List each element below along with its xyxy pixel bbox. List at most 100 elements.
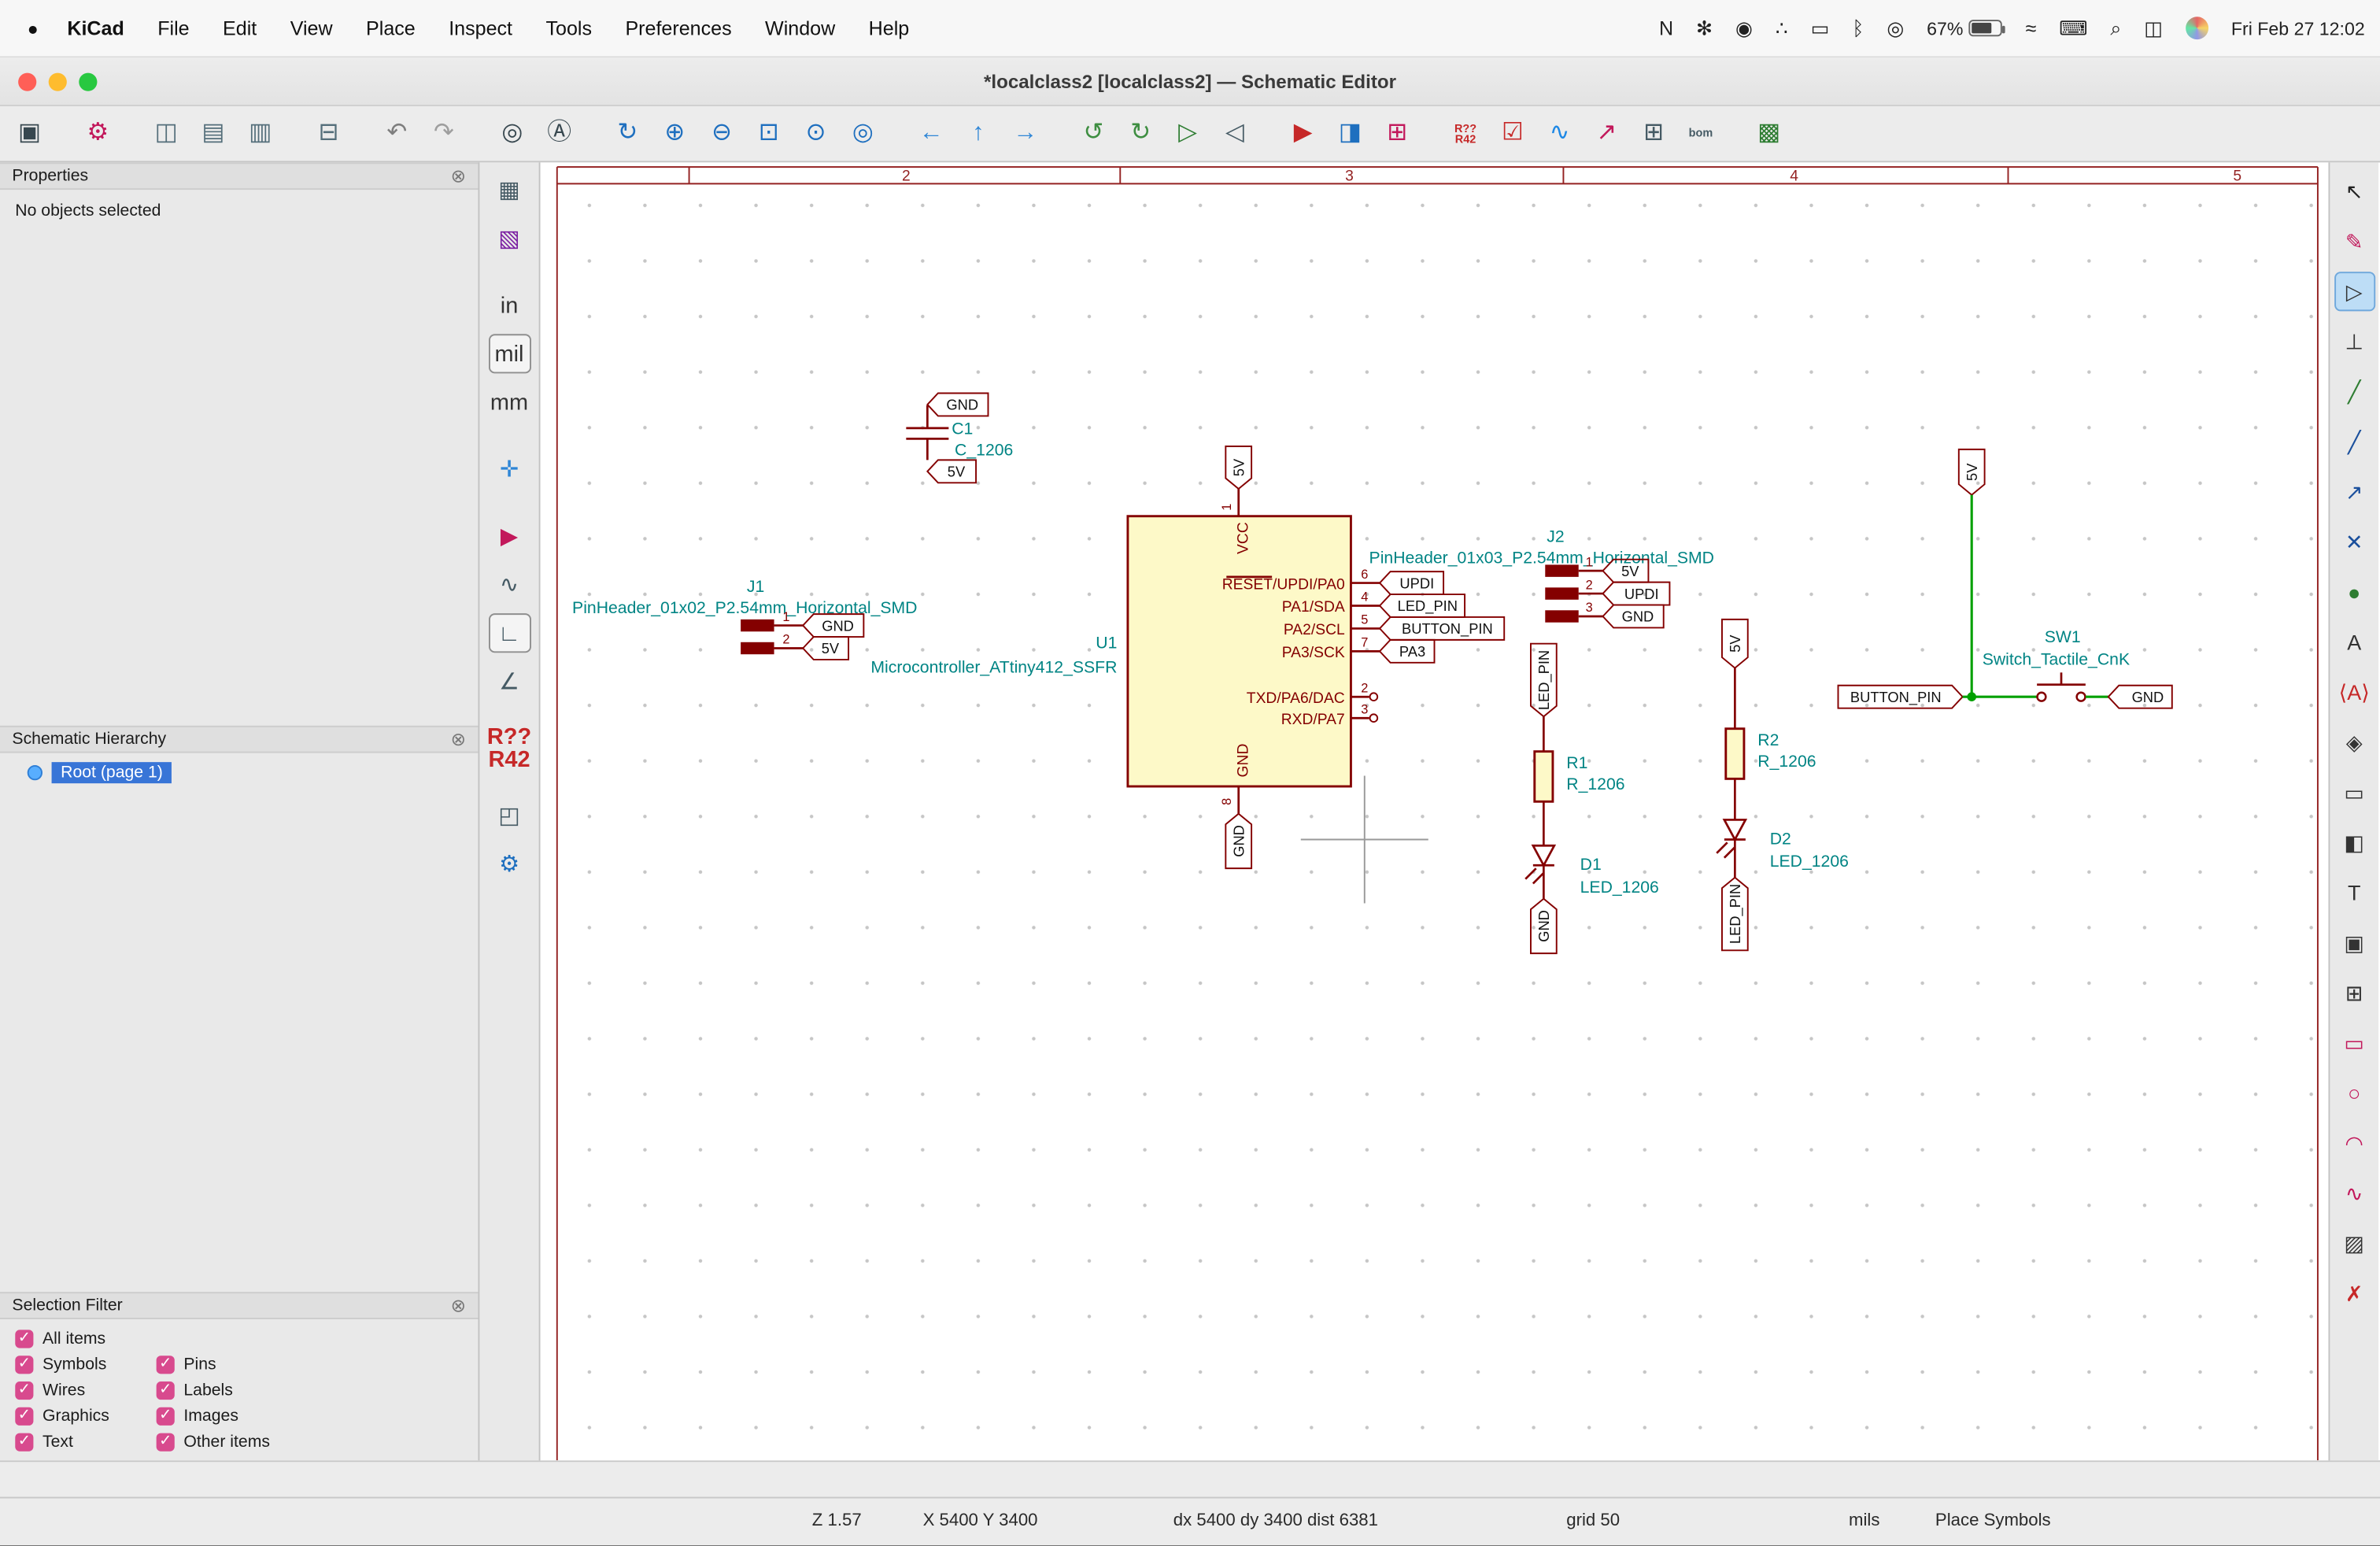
erc-check-icon[interactable]: ☑ — [1492, 113, 1533, 154]
control-center-icon[interactable]: ◫ — [2144, 16, 2163, 40]
rotate-ccw-icon[interactable]: ↺ — [1073, 113, 1114, 154]
menu-item[interactable]: Preferences — [608, 17, 748, 39]
schematic-canvas[interactable]: 2 3 4 5 C1 C_1206 GND — [541, 162, 2329, 1460]
display-icon[interactable]: ▭ — [1811, 16, 1830, 40]
global-label-updi[interactable]: UPDI — [1380, 571, 1443, 594]
airplay-icon[interactable]: ◎ — [1887, 16, 1904, 40]
redo-icon[interactable]: ↷ — [423, 113, 464, 154]
undo-icon[interactable]: ↶ — [376, 113, 417, 154]
save-icon[interactable]: ▣ — [9, 113, 50, 154]
any-angle-icon[interactable]: ∠ — [488, 662, 530, 701]
footprint-assign-icon[interactable]: ◨ — [1329, 113, 1370, 154]
print-icon[interactable]: ▤ — [193, 113, 234, 154]
global-label-gnd-j2[interactable]: GND — [1603, 605, 1664, 628]
nav-back-icon[interactable]: ← — [911, 113, 952, 154]
sheet-pin-icon[interactable]: ◧ — [2334, 823, 2374, 862]
image-icon[interactable]: ▨ — [2334, 1223, 2374, 1263]
symbol-fields-icon[interactable]: ⊞ — [1633, 113, 1674, 154]
input-source-icon[interactable]: ⌨ — [2059, 16, 2087, 40]
select-tool-icon[interactable]: ↖ — [2334, 172, 2374, 211]
global-label-icon[interactable]: ⟨A⟩ — [2334, 672, 2374, 712]
app-menu-kicad[interactable]: KiCad — [50, 17, 141, 39]
hier-sheet-icon[interactable]: ▭ — [2334, 773, 2374, 812]
global-label-5v-j1[interactable]: 5V — [803, 637, 848, 660]
menubar-clock[interactable]: Fri Feb 27 12:02 — [2231, 17, 2365, 39]
filter-text[interactable]: Text — [15, 1432, 147, 1452]
window-titlebar[interactable]: *localclass2 [localclass2] — Schematic E… — [0, 57, 2380, 106]
global-label-pa3[interactable]: PA3 — [1380, 640, 1434, 663]
notion-icon[interactable]: N — [1659, 16, 1673, 40]
record-icon[interactable]: ◉ — [1735, 16, 1753, 40]
place-symbol-icon[interactable]: ▷ — [2334, 272, 2374, 311]
menu-item[interactable]: Tools — [529, 17, 608, 39]
plot-icon[interactable]: ▥ — [240, 113, 281, 154]
net-label-icon[interactable]: A — [2334, 623, 2374, 662]
erc-icon[interactable]: ▶ — [1283, 113, 1324, 154]
component-u1[interactable]: U1 Microcontroller_ATtiny412_SSFR 1 VCC … — [870, 489, 1380, 814]
units-inches-icon[interactable]: in — [488, 286, 530, 325]
menu-item[interactable]: Help — [852, 17, 926, 39]
menu-item[interactable]: Inspect — [432, 17, 529, 39]
global-label-gnd-sw1[interactable]: GND — [2108, 686, 2172, 708]
zoom-in-icon[interactable]: ⊕ — [654, 113, 695, 154]
hierarchy-root-item[interactable]: Root (page 1) — [6, 762, 472, 783]
mirror-v-icon[interactable]: ▷ — [1167, 113, 1208, 154]
open-pcb-icon[interactable]: ▩ — [1749, 113, 1790, 154]
junction-icon[interactable]: ● — [2334, 572, 2374, 612]
rectangle-icon[interactable]: ▭ — [2334, 1023, 2374, 1063]
close-window-button[interactable] — [18, 72, 36, 91]
global-label-5v-c1[interactable]: 5V — [927, 460, 976, 483]
textbox-icon[interactable]: ▣ — [2334, 923, 2374, 963]
filter-graphics[interactable]: Graphics — [15, 1406, 147, 1426]
hierarchy-navigator-icon[interactable]: ◰ — [488, 796, 530, 835]
units-mm-icon[interactable]: mm — [488, 383, 530, 422]
zoom-fit-icon[interactable]: ⊡ — [748, 113, 789, 154]
component-r2[interactable]: R2 R_1206 — [1726, 668, 1816, 820]
battery-indicator[interactable]: 67% — [1927, 17, 2002, 39]
selection-filter-close-icon[interactable]: ⊗ — [451, 1295, 466, 1316]
filter-other-items[interactable]: Other items — [157, 1432, 289, 1452]
nav-forward-icon[interactable]: → — [1005, 113, 1046, 154]
find-icon[interactable]: ◎ — [492, 113, 533, 154]
minimize-window-button[interactable] — [49, 72, 67, 91]
component-sw1[interactable]: SW1 Switch_Tactile_CnK — [1983, 628, 2130, 701]
zoom-selection-icon[interactable]: ⊙ — [796, 113, 837, 154]
global-label-5v-j2[interactable]: 5V — [1603, 560, 1649, 583]
cursor-shape-icon[interactable]: ✛ — [488, 449, 530, 489]
hier-label-icon[interactable]: ◈ — [2334, 723, 2374, 762]
wifi-icon[interactable]: ≈ — [2026, 16, 2037, 40]
menu-item[interactable]: Edit — [206, 17, 274, 39]
zoom-objects-icon[interactable]: ◎ — [842, 113, 883, 154]
filter-pins[interactable]: Pins — [157, 1354, 289, 1374]
global-label-button-pin[interactable]: BUTTON_PIN — [1380, 617, 1504, 640]
filter-symbols[interactable]: Symbols — [15, 1354, 147, 1374]
apple-menu-icon[interactable]: ● — [15, 17, 50, 39]
hierarchy-root-label[interactable]: Root (page 1) — [52, 762, 172, 783]
text-icon[interactable]: T — [2334, 873, 2374, 912]
user-avatar[interactable] — [2186, 17, 2208, 39]
delete-icon[interactable]: ✗ — [2334, 1274, 2374, 1313]
circle-icon[interactable]: ○ — [2334, 1073, 2374, 1112]
filter-all-items[interactable]: All items — [15, 1328, 147, 1348]
hierarchy-close-icon[interactable]: ⊗ — [451, 729, 466, 750]
units-mils-icon[interactable]: mil — [488, 334, 530, 373]
bom-icon[interactable]: bom — [1680, 113, 1721, 154]
place-power-icon[interactable]: ⊥ — [2334, 322, 2374, 361]
schematic-setup-icon[interactable]: ⚙ — [77, 113, 118, 154]
global-label-led-pin[interactable]: LED_PIN — [1380, 594, 1465, 617]
annotate-icon[interactable]: R?? R42 — [1445, 113, 1486, 154]
global-label-button-pin-sw1[interactable]: BUTTON_PIN — [1838, 686, 1962, 708]
hv-wires-icon[interactable]: ∟ — [488, 613, 530, 653]
bluetooth-icon[interactable]: ᛒ — [1852, 16, 1864, 40]
refresh-icon[interactable]: ↻ — [607, 113, 648, 154]
rotate-cw-icon[interactable]: ↻ — [1120, 113, 1161, 154]
update-pcb-icon[interactable]: ⊞ — [1377, 113, 1417, 154]
paste-icon[interactable]: ⊟ — [308, 113, 349, 154]
menu-item[interactable]: File — [141, 17, 206, 39]
bezier-icon[interactable]: ∿ — [2334, 1174, 2374, 1213]
menu-item[interactable]: Window — [748, 17, 852, 39]
no-connect-icon[interactable]: ✕ — [2334, 522, 2374, 561]
menu-item[interactable]: Place — [349, 17, 432, 39]
component-j1[interactable]: J1 PinHeader_01x02_P2.54mm_Horizontal_SM… — [572, 578, 917, 654]
find-replace-icon[interactable]: Ⓐ — [539, 113, 580, 154]
